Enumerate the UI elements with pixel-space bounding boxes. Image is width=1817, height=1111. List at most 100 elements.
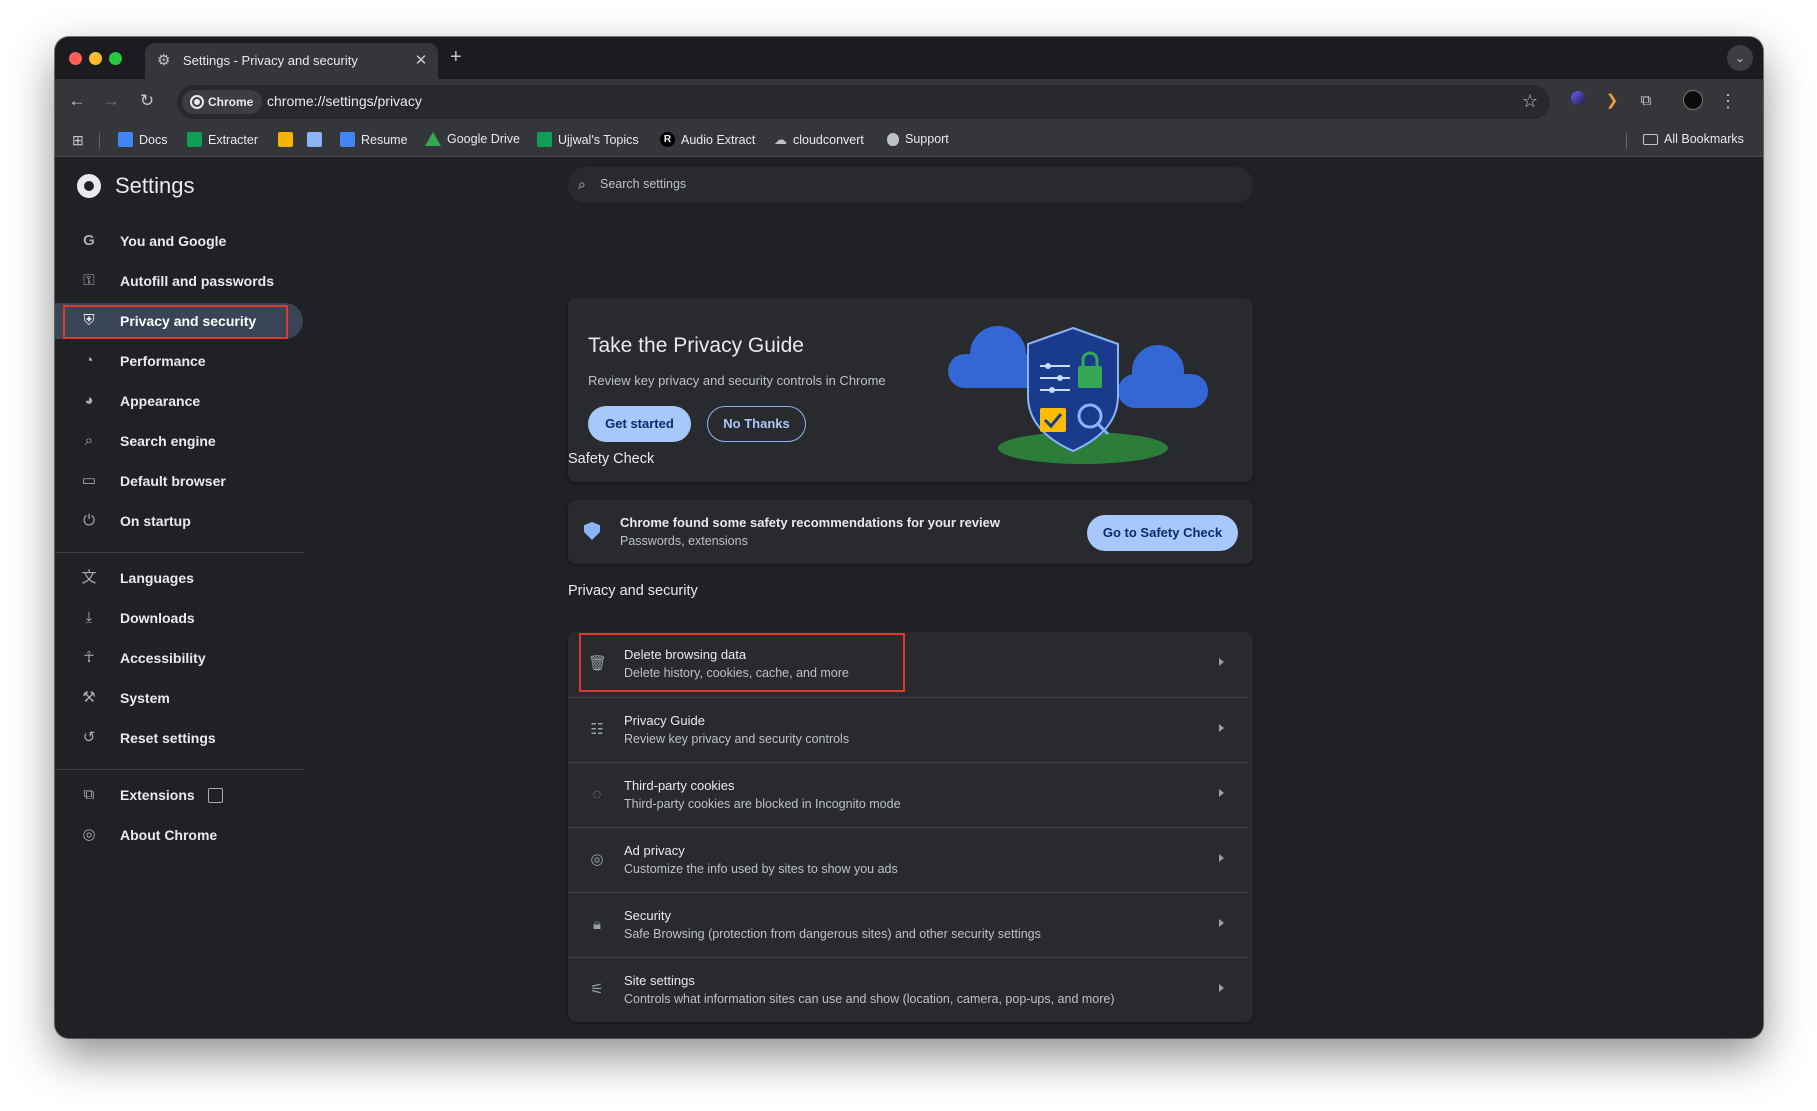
bookmark-support[interactable]: Support (887, 132, 949, 146)
arrow-right-icon (1219, 789, 1224, 797)
shield-check-icon (584, 522, 600, 540)
highlight-box-sidebar (63, 305, 288, 339)
docs-icon (340, 132, 355, 147)
cookie-icon: ◌ (592, 786, 602, 803)
arrow-right-icon (1219, 658, 1224, 666)
row-privacy-guide[interactable]: ☷ Privacy Guide Review key privacy and s… (568, 697, 1248, 762)
sidebar-item-about-chrome[interactable]: ◎ About Chrome (55, 817, 315, 853)
extensions-puzzle-icon[interactable]: ⧉ (1635, 90, 1657, 112)
safety-check-subtitle: Passwords, extensions (620, 534, 748, 548)
tab-close-icon[interactable]: ✕ (412, 52, 430, 70)
external-link-icon (208, 787, 223, 803)
sidebar-item-on-startup[interactable]: ⏻ On startup (55, 503, 315, 539)
row-site-settings[interactable]: ⚟ Site settings Controls what informatio… (568, 957, 1248, 1022)
bookmark-google-drive[interactable]: Google Drive (425, 132, 520, 146)
more-menu-icon[interactable]: ⋮ (1717, 90, 1739, 112)
sidebar-item-autofill[interactable]: ⚿ Autofill and passwords (55, 263, 315, 299)
bookmark-extracter[interactable]: Extracter (187, 132, 258, 147)
sheets-icon (537, 132, 552, 147)
site-info-chip[interactable]: Chrome (182, 90, 263, 114)
translate-icon (307, 132, 322, 147)
chip-label: Chrome (208, 95, 254, 109)
extension-moon-icon[interactable] (1567, 90, 1589, 112)
maximize-window-button[interactable] (109, 52, 122, 65)
row-third-party-cookies[interactable]: ◌ Third-party cookies Third-party cookie… (568, 762, 1248, 827)
search-icon: ⌕ (84, 432, 94, 449)
row-security[interactable]: 🔒︎ Security Safe Browsing (protection fr… (568, 892, 1248, 957)
sidebar-item-default-browser[interactable]: ▭ Default browser (55, 463, 315, 499)
ad-privacy-icon: ◎ (590, 851, 604, 868)
download-icon: ⤓ (85, 609, 93, 626)
settings-brand: Settings (77, 173, 195, 199)
arrow-right-icon (1219, 984, 1224, 992)
bookmark-translate[interactable] (307, 132, 322, 147)
chevron-down-icon[interactable]: ⌄ (1727, 45, 1753, 71)
no-thanks-button[interactable]: No Thanks (707, 406, 806, 442)
tab-title: Settings - Privacy and security (183, 53, 358, 68)
row-ad-privacy[interactable]: ◎ Ad privacy Customize the info used by … (568, 827, 1248, 892)
forward-icon[interactable]: → (99, 89, 123, 113)
arrow-right-icon (1219, 919, 1224, 927)
sidebar-item-performance[interactable]: ◔ Performance (55, 343, 315, 379)
browser-window: ⚙ Settings - Privacy and security ✕ + ⌄ … (55, 37, 1763, 1038)
bookmark-docs[interactable]: Docs (118, 132, 167, 147)
bookmark-audio-extract[interactable]: R Audio Extract (660, 132, 755, 147)
sidebar-item-extensions[interactable]: ⧉ Extensions (55, 777, 315, 813)
puzzle-icon: ⧉ (83, 786, 95, 803)
address-bar[interactable]: Chrome chrome://settings/privacy ☆ (177, 85, 1550, 119)
search-placeholder: Search settings (600, 177, 687, 191)
url-text[interactable]: chrome://settings/privacy (267, 93, 422, 109)
folder-icon (1643, 133, 1658, 145)
reload-icon[interactable]: ↻ (135, 89, 159, 113)
privacy-guide-card: Take the Privacy Guide Review key privac… (568, 298, 1253, 482)
new-tab-button[interactable]: + (450, 47, 462, 67)
sidebar-item-reset-settings[interactable]: ↺ Reset settings (55, 720, 315, 756)
arrow-right-icon (1219, 854, 1224, 862)
safety-check-heading: Safety Check (568, 451, 655, 467)
search-settings-input[interactable]: ⌕ Search settings (568, 167, 1253, 203)
sidebar-item-appearance[interactable]: ◕ Appearance (55, 383, 315, 419)
privacy-guide-title: Take the Privacy Guide (588, 334, 804, 357)
bookmark-keep[interactable] (278, 132, 293, 147)
tab-settings[interactable]: ⚙ Settings - Privacy and security ✕ (145, 43, 438, 79)
get-started-button[interactable]: Get started (588, 406, 691, 442)
sidebar-divider (55, 552, 305, 553)
speedometer-icon: ◔ (84, 352, 94, 369)
settings-sidebar: Settings G You and Google ⚿ Autofill and p… (55, 157, 325, 1038)
toolbar: ← → ↻ Chrome chrome://settings/privacy ☆… (55, 79, 1763, 123)
bookmarks-bar: ⊞ Docs Extracter Resume Google Drive Ujj… (55, 123, 1763, 157)
go-to-safety-check-button[interactable]: Go to Safety Check (1087, 515, 1238, 551)
settings-page: Settings G You and Google ⚿ Autofill and p… (55, 157, 1763, 1038)
privacy-guide-icon: ☷ (590, 721, 604, 738)
chrome-icon (190, 95, 204, 109)
bookmark-star-icon[interactable]: ☆ (1522, 91, 1538, 112)
privacy-guide-illustration (948, 326, 1208, 464)
sidebar-item-accessibility[interactable]: ☥ Accessibility (55, 640, 315, 676)
sliders-icon: ⚟ (590, 981, 604, 998)
apps-grid-icon[interactable]: ⊞ (72, 132, 84, 149)
sidebar-divider (55, 769, 305, 770)
back-icon[interactable]: ← (65, 89, 89, 113)
bookmark-resume[interactable]: Resume (340, 132, 408, 147)
docs-icon (118, 132, 133, 147)
all-bookmarks[interactable]: All Bookmarks (1643, 132, 1744, 146)
search-icon: ⌕ (578, 176, 586, 192)
r-logo-icon: R (660, 132, 675, 147)
sidebar-item-you-and-google[interactable]: G You and Google (55, 223, 315, 259)
bookmark-cloudconvert[interactable]: ☁ cloudconvert (774, 132, 864, 148)
power-icon: ⏻ (83, 512, 95, 529)
browser-window-icon: ▭ (81, 472, 97, 489)
profile-avatar[interactable] (1682, 90, 1704, 112)
apple-icon (887, 132, 899, 146)
sidebar-item-system[interactable]: ⚒ System (55, 680, 315, 716)
google-g-icon: G (83, 232, 95, 249)
minimize-window-button[interactable] (89, 52, 102, 65)
sidebar-item-search-engine[interactable]: ⌕ Search engine (55, 423, 315, 459)
privacy-guide-description: Review key privacy and security controls… (588, 373, 886, 388)
extension-flame-icon[interactable]: ❯ (1601, 90, 1623, 112)
gear-icon: ⚙ (157, 52, 171, 69)
bookmark-ujjwals-topics[interactable]: Ujjwal's Topics (537, 132, 639, 147)
close-window-button[interactable] (69, 52, 82, 65)
sidebar-item-languages[interactable]: 文 Languages (55, 560, 315, 596)
sidebar-item-downloads[interactable]: ⤓ Downloads (55, 600, 315, 636)
